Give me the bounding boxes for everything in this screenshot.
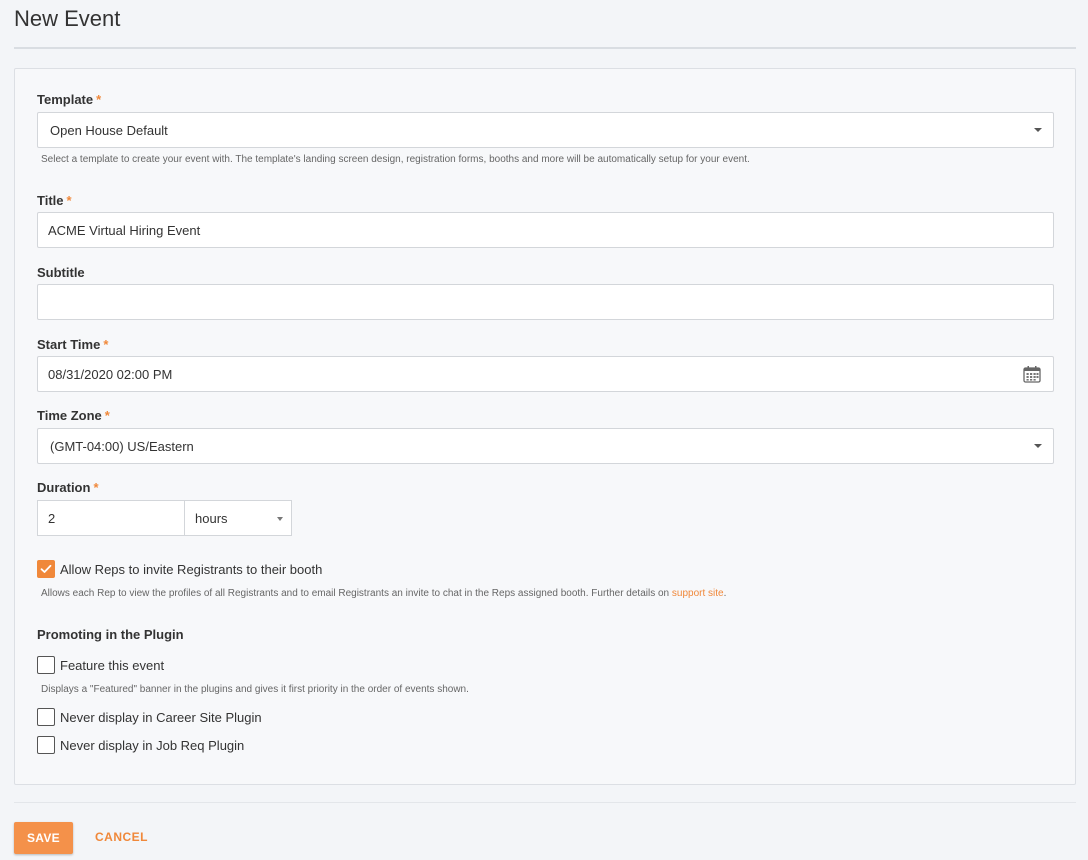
duration-unit-select[interactable]: hours [184,500,292,536]
subtitle-label: Subtitle [37,265,85,280]
never-jobreq-row[interactable]: Never display in Job Req Plugin [37,736,244,754]
duration-value: 2 [48,510,56,526]
start-time-input[interactable]: 08/31/2020 02:00 PM [37,356,1054,392]
save-button[interactable]: SAVE [14,822,73,854]
title-label: Title * [37,193,72,208]
page-title: New Event [14,6,121,31]
calendar-icon[interactable] [1023,365,1041,386]
promoting-heading: Promoting in the Plugin [37,627,184,642]
duration-label: Duration * [37,480,99,495]
start-time-label: Start Time * [37,337,109,352]
cancel-button[interactable]: CANCEL [95,830,148,844]
never-jobreq-label: Never display in Job Req Plugin [60,737,245,753]
chevron-down-icon [277,517,283,521]
never-career-checkbox[interactable] [37,708,55,726]
template-help: Select a template to create your event w… [41,154,750,165]
chevron-down-icon [1034,128,1042,132]
time-zone-value: (GMT-04:00) US/Eastern [50,438,194,454]
template-value: Open House Default [50,122,168,138]
title-input[interactable]: ACME Virtual Hiring Event [37,212,1054,248]
subtitle-input[interactable] [37,284,1054,320]
check-icon [40,564,52,573]
allow-reps-row[interactable]: Allow Reps to invite Registrants to thei… [37,560,322,578]
footer-divider [14,802,1076,803]
duration-unit-value: hours [195,510,228,526]
event-form: Template * Open House Default Select a te… [14,68,1076,785]
duration-input[interactable]: 2 [37,500,185,536]
template-select[interactable]: Open House Default [37,112,1054,148]
title-divider [14,47,1076,49]
start-time-value: 08/31/2020 02:00 PM [48,366,173,382]
chevron-down-icon [1034,444,1042,448]
allow-reps-checkbox[interactable] [37,560,55,578]
feature-event-help: Displays a "Featured" banner in the plug… [41,684,469,695]
allow-reps-help: Allows each Rep to view the profiles of … [41,588,727,599]
template-label: Template * [37,92,102,107]
feature-event-label: Feature this event [60,657,165,673]
title-value: ACME Virtual Hiring Event [48,222,201,238]
time-zone-label: Time Zone * [37,408,110,423]
feature-event-checkbox[interactable] [37,656,55,674]
time-zone-select[interactable]: (GMT-04:00) US/Eastern [37,428,1054,464]
allow-reps-label: Allow Reps to invite Registrants to thei… [60,561,323,577]
never-jobreq-checkbox[interactable] [37,736,55,754]
never-career-row[interactable]: Never display in Career Site Plugin [37,708,262,726]
never-career-label: Never display in Career Site Plugin [60,709,262,725]
feature-event-row[interactable]: Feature this event [37,656,164,674]
support-site-link[interactable]: support site [672,588,724,599]
